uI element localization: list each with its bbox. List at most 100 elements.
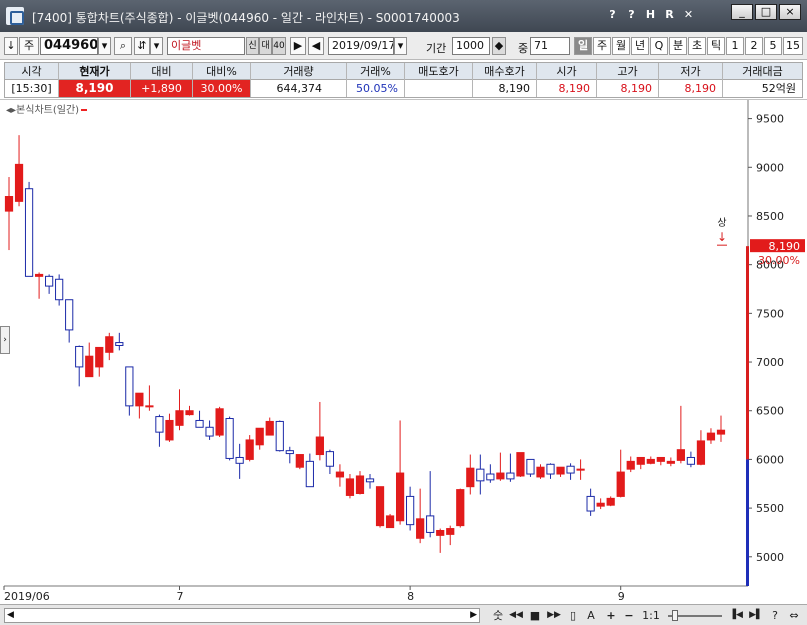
- refresh-icon[interactable]: R: [663, 8, 676, 22]
- scroll-left-icon[interactable]: ◀: [7, 609, 14, 622]
- candle-body: [305, 460, 314, 488]
- spin-icon[interactable]: ◆: [492, 37, 506, 55]
- rewind-icon[interactable]: ◀◀: [507, 608, 525, 623]
- price-range-bar-up: [746, 246, 749, 460]
- x-tick-label: 7: [176, 590, 183, 603]
- candle-body: [526, 458, 535, 475]
- candle-body: [696, 440, 706, 465]
- period-1[interactable]: 1: [726, 37, 744, 55]
- period-5[interactable]: 5: [764, 37, 782, 55]
- candle-body: [4, 196, 14, 212]
- header-bid: 매수호가: [473, 63, 537, 80]
- help-icon[interactable]: ?: [768, 608, 782, 623]
- candle-body: [666, 460, 675, 464]
- period-2[interactable]: 2: [745, 37, 763, 55]
- candle-body: [646, 458, 655, 464]
- close-tool-icon[interactable]: ✕: [682, 8, 695, 22]
- period-15[interactable]: 15: [783, 37, 803, 55]
- stop-icon[interactable]: ■: [527, 608, 543, 623]
- sort-arrow-button[interactable]: ↓: [4, 37, 18, 55]
- limit-up-arrow-icon: ↓: [717, 230, 727, 244]
- candlestick-chart[interactable]: 5000550060006500700075008000850090009500…: [0, 100, 807, 605]
- series-legend[interactable]: ◂▸본식차트(일간): [6, 101, 88, 116]
- candle-body: [476, 468, 485, 482]
- period-minute[interactable]: 분: [669, 37, 687, 55]
- candle-body: [95, 346, 104, 368]
- period-year[interactable]: 년: [631, 37, 649, 55]
- y-tick-label: 9000: [756, 161, 784, 174]
- candle-body: [315, 436, 324, 456]
- date-dropdown-icon[interactable]: ▾: [394, 37, 407, 55]
- value-open: 8,190: [537, 80, 597, 97]
- layout-icon[interactable]: H: [644, 8, 657, 22]
- stock-name-field[interactable]: 이글벳: [167, 37, 245, 55]
- value-amount: 52억원: [761, 82, 796, 95]
- numeric-button[interactable]: 숫: [490, 608, 506, 623]
- period-second[interactable]: 초: [688, 37, 706, 55]
- list-icon[interactable]: ⇵: [134, 37, 150, 55]
- fast-forward-icon[interactable]: ▶▶: [545, 608, 563, 623]
- close-button[interactable]: ×: [779, 4, 801, 20]
- next-button[interactable]: ▶: [290, 37, 306, 55]
- code-dropdown-icon[interactable]: ▾: [98, 37, 111, 55]
- candle-body: [275, 420, 284, 452]
- value-bid: 8,190: [473, 80, 537, 97]
- candle-body: [406, 495, 415, 526]
- x-tick-label: 9: [618, 590, 625, 603]
- candle-body: [395, 472, 405, 522]
- period-day[interactable]: 일: [574, 37, 592, 55]
- zoom-out-icon[interactable]: −: [621, 608, 637, 623]
- candle-body: [706, 432, 716, 441]
- chat-icon[interactable]: ?: [606, 8, 619, 22]
- candle-body: [115, 342, 124, 346]
- zoom-slider-handle[interactable]: [672, 610, 678, 621]
- last-page-icon[interactable]: ▶▌: [748, 608, 764, 623]
- stock-code-input[interactable]: 044960: [40, 37, 98, 55]
- column-icon[interactable]: ▯: [565, 608, 581, 623]
- chart-scrollbar[interactable]: ◀ ▶: [4, 608, 480, 623]
- candle-body: [185, 410, 194, 416]
- candle-body: [75, 345, 84, 368]
- stock-type-select[interactable]: 주: [19, 37, 39, 55]
- candle-body: [556, 466, 565, 475]
- search-icon[interactable]: ⌕: [114, 37, 132, 55]
- candle-body: [566, 465, 575, 474]
- scroll-right-icon[interactable]: ▶: [470, 609, 477, 622]
- text-tool-icon[interactable]: A: [583, 608, 599, 623]
- window-titlebar: [7400] 통합차트(주식종합) - 이글벳(044960 - 일간 - 라인…: [0, 0, 807, 32]
- value-price: 8,190: [59, 80, 131, 97]
- minimize-button[interactable]: _: [731, 4, 753, 20]
- period-quarter[interactable]: Q: [650, 37, 668, 55]
- candle-body: [145, 405, 154, 408]
- candle-body: [446, 528, 455, 535]
- candle-body: [486, 473, 495, 481]
- maximize-button[interactable]: □: [755, 4, 777, 20]
- candle-body: [85, 355, 94, 378]
- zoom-reset-button[interactable]: 1:1: [640, 608, 662, 623]
- count-input[interactable]: 71: [530, 37, 570, 55]
- period-week[interactable]: 주: [593, 37, 611, 55]
- y-tick-label: 9500: [756, 113, 784, 126]
- header-open: 시가: [537, 63, 597, 80]
- list-dropdown-icon[interactable]: ▾: [150, 37, 163, 55]
- candle-body: [235, 456, 244, 464]
- candle-body: [426, 515, 435, 533]
- help-icon[interactable]: ?: [625, 8, 638, 22]
- candle-body: [125, 366, 134, 407]
- candle-body: [546, 463, 555, 475]
- candle-body: [105, 336, 114, 353]
- period-month[interactable]: 월: [612, 37, 630, 55]
- zoom-in-icon[interactable]: +: [603, 608, 619, 623]
- period-tick[interactable]: 틱: [707, 37, 725, 55]
- prev-button[interactable]: ◀: [308, 37, 324, 55]
- period-input[interactable]: 1000: [452, 37, 490, 55]
- expand-icon[interactable]: ⇔: [785, 608, 803, 623]
- candle-body: [686, 456, 696, 465]
- date-input[interactable]: 2019/09/17: [328, 37, 394, 55]
- chart-area[interactable]: 5000 5500 6000 6500 7000 7500 8000 8500 9000 9500…: [0, 99, 807, 604]
- candle-body: [676, 449, 685, 461]
- candle-body: [365, 478, 375, 483]
- first-page-icon[interactable]: ▐◀: [728, 608, 744, 623]
- side-panel-toggle[interactable]: ›: [0, 326, 10, 354]
- y-tick-label: 5000: [756, 551, 784, 564]
